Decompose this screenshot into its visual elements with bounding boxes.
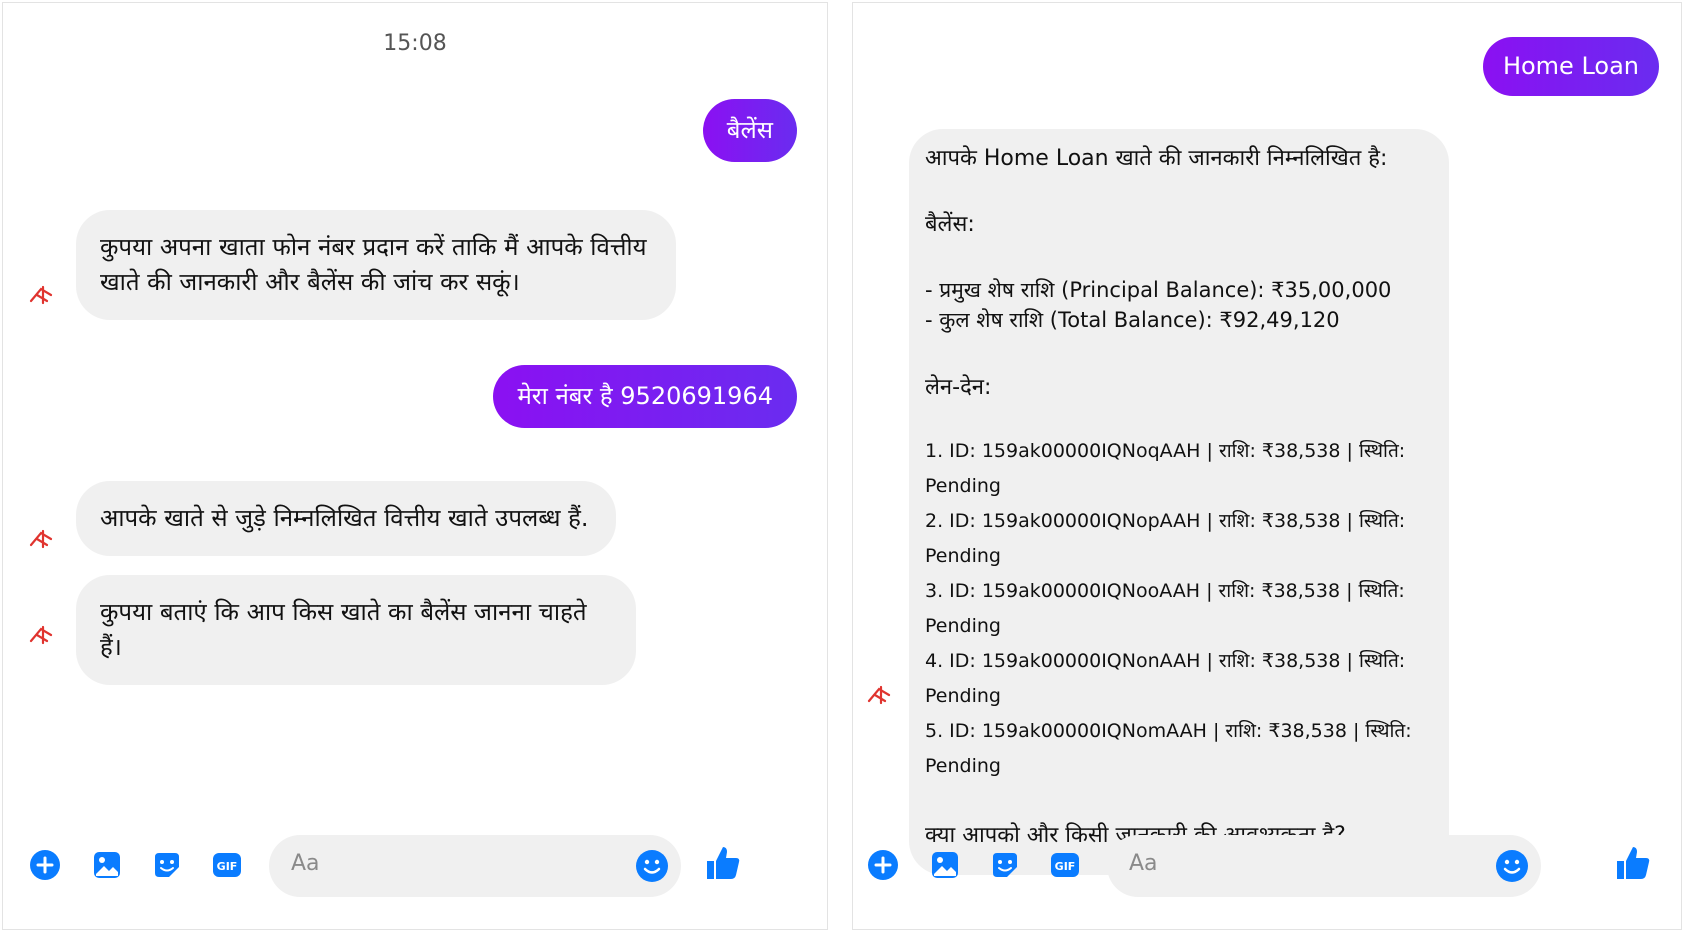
- input-placeholder: Aa: [291, 851, 320, 876]
- transaction-line: 3. ID: 159ak00000IQNooAAH | राशि: ₹38,53…: [925, 579, 1405, 637]
- bot-icon: [29, 285, 55, 305]
- outgoing-message: बैलेंस: [702, 99, 797, 162]
- transactions-heading: लेन-देन:: [925, 374, 992, 400]
- outgoing-message: मेरा नंबर है 9520691964: [493, 365, 797, 428]
- sticker-icon[interactable]: [989, 849, 1021, 881]
- timestamp: 15:08: [383, 31, 447, 56]
- incoming-message: कुपया अपना खाता फोन नंबर प्रदान करें ताक…: [76, 210, 676, 320]
- plus-icon[interactable]: [867, 849, 899, 881]
- gif-icon[interactable]: GIF: [1049, 849, 1081, 881]
- balance-line: - कुल शेष राशि (Total Balance): ₹92,49,1…: [925, 308, 1340, 333]
- reply-intro: आपके Home Loan खाते की जानकारी निम्नलिखि…: [925, 146, 1388, 171]
- image-icon[interactable]: [929, 849, 961, 881]
- emoji-icon[interactable]: [635, 849, 669, 883]
- incoming-message: आपके खाते से जुड़े निम्नलिखित वित्तीय खा…: [76, 481, 616, 556]
- chat-panel-left: 15:08 बैलेंस कुपया अपना खाता फोन नंबर प्…: [2, 2, 828, 930]
- bot-icon: [29, 625, 55, 645]
- chat-panel-right: Home Loan आपके Home Loan खाते की जानकारी…: [852, 2, 1682, 930]
- gif-icon[interactable]: GIF: [211, 849, 243, 881]
- transaction-line: 4. ID: 159ak00000IQNonAAH | राशि: ₹38,53…: [925, 649, 1406, 707]
- bot-icon: [867, 685, 893, 705]
- image-icon[interactable]: [91, 849, 123, 881]
- transaction-line: 5. ID: 159ak00000IQNomAAH | राशि: ₹38,53…: [925, 719, 1412, 777]
- thumbs-up-icon[interactable]: [703, 843, 743, 883]
- gif-label: GIF: [217, 860, 238, 873]
- incoming-message: कुपया बताएं कि आप किस खाते का बैलेंस जान…: [76, 575, 636, 685]
- thumbs-up-icon[interactable]: [1613, 843, 1653, 883]
- balance-line: - प्रमुख शेष राशि (Principal Balance): ₹…: [925, 277, 1392, 302]
- message-input[interactable]: Aa: [1107, 835, 1541, 897]
- transaction-line: 2. ID: 159ak00000IQNopAAH | राशि: ₹38,53…: [925, 509, 1406, 567]
- plus-icon[interactable]: [29, 849, 61, 881]
- transaction-line: 1. ID: 159ak00000IQNoqAAH | राशि: ₹38,53…: [925, 439, 1406, 497]
- message-input[interactable]: Aa: [269, 835, 681, 897]
- incoming-message-account-details: आपके Home Loan खाते की जानकारी निम्नलिखि…: [909, 129, 1449, 876]
- input-placeholder: Aa: [1129, 851, 1158, 876]
- outgoing-message: Home Loan: [1482, 37, 1659, 96]
- sticker-icon[interactable]: [151, 849, 183, 881]
- balance-heading: बैलेंस:: [925, 211, 975, 237]
- bot-icon: [29, 529, 55, 549]
- gif-label: GIF: [1055, 860, 1076, 873]
- composer-bar: GIF Aa: [853, 829, 1681, 899]
- composer-bar: GIF Aa: [3, 829, 827, 899]
- emoji-icon[interactable]: [1495, 849, 1529, 883]
